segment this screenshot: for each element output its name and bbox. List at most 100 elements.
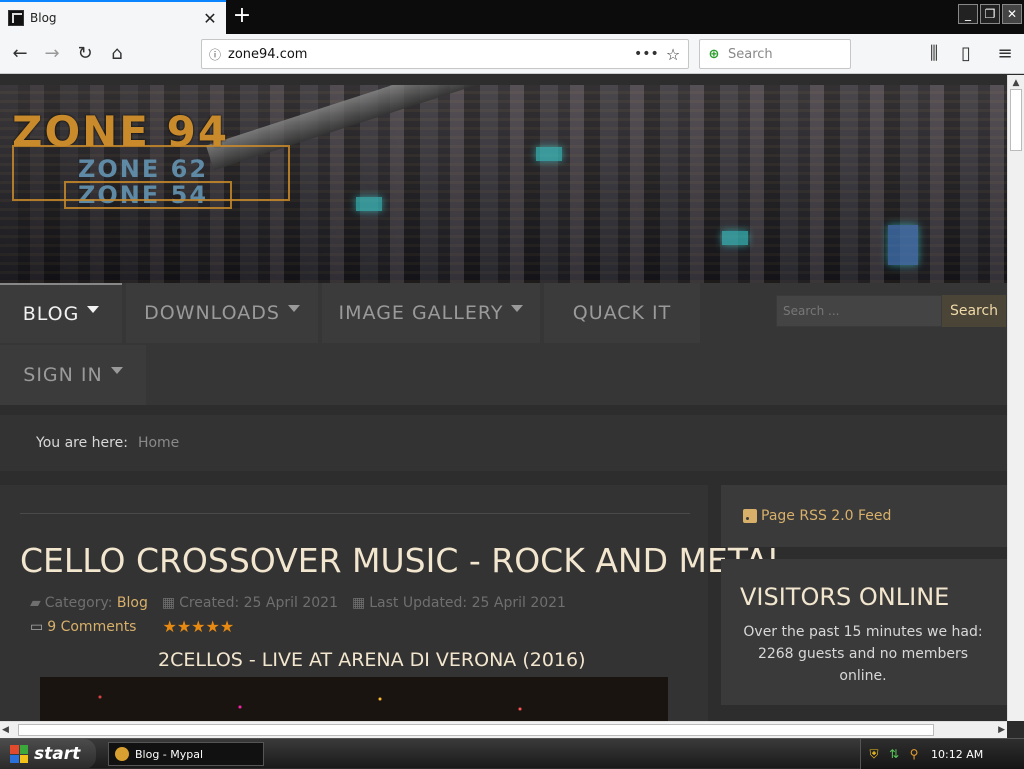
menu-item-downloads[interactable]: DOWNLOADS	[126, 283, 318, 343]
visitors-online-module: VISITORS ONLINE Over the past 15 minutes…	[721, 559, 1007, 705]
home-icon[interactable]: ⌂	[105, 42, 129, 66]
rss-feed-link[interactable]: Page RSS 2.0 Feed	[721, 485, 1007, 547]
comments-count: 9 Comments	[47, 618, 137, 635]
vertical-scrollbar[interactable]: ▲	[1007, 75, 1024, 721]
breadcrumb-label: You are here:	[36, 435, 128, 451]
close-tab-icon[interactable]: ✕	[198, 9, 222, 28]
menu-item-downloads-label: DOWNLOADS	[144, 302, 280, 324]
start-button[interactable]: start	[0, 739, 96, 769]
new-tab-button[interactable]: +	[228, 2, 256, 32]
tab-blog[interactable]: Blog ✕	[0, 0, 226, 34]
chevron-down-icon	[87, 305, 100, 313]
search-icon[interactable]: ⚲	[907, 747, 921, 761]
breadcrumb: You are here: Home	[0, 415, 1007, 471]
rating-stars[interactable]: ★★★★★	[162, 617, 234, 636]
menu-item-blog[interactable]: BLOG	[0, 283, 122, 343]
network-icon[interactable]: ⇅	[887, 747, 901, 761]
article-meta-secondary: ▭ 9 Comments ★★★★★	[30, 617, 234, 636]
article-panel: CELLO CROSSOVER MUSIC - ROCK AND METAL ▰…	[0, 485, 786, 721]
comment-icon: ▭	[30, 618, 44, 635]
scroll-right-icon[interactable]: ▶	[998, 722, 1005, 738]
back-icon[interactable]: ←	[8, 42, 32, 66]
vertical-scroll-thumb[interactable]	[1010, 89, 1022, 151]
restore-button[interactable]: ❐	[980, 4, 1000, 24]
chevron-down-icon	[110, 366, 123, 374]
taskbar-item-label: Blog - Mypal	[135, 747, 204, 761]
comments-link[interactable]: ▭ 9 Comments	[30, 619, 136, 635]
window-controls: _ ❐ ✕	[958, 4, 1024, 24]
menu-item-sign-in[interactable]: SIGN IN	[0, 345, 146, 405]
clock[interactable]: 10:12 AM	[931, 748, 983, 761]
calendar-icon: ▦	[161, 595, 176, 611]
menu-item-signin-label: SIGN IN	[23, 364, 103, 386]
horizontal-scrollbar[interactable]: ◀ ▶	[0, 721, 1007, 738]
category-meta: ▰ Category: Blog	[30, 595, 148, 611]
window-close-button[interactable]: ✕	[1002, 4, 1022, 24]
menu-item-gallery-label: IMAGE GALLERY	[338, 302, 504, 324]
calendar-icon: ▦	[352, 595, 366, 611]
updated-meta: ▦ Last Updated: 25 April 2021	[352, 595, 566, 611]
rss-icon	[743, 509, 757, 523]
chevron-down-icon	[511, 304, 524, 312]
updated-date: Last Updated: 25 April 2021	[369, 595, 566, 611]
forward-icon[interactable]: →	[40, 42, 64, 66]
site-search-input[interactable]	[776, 295, 942, 327]
article-subheading: 2CELLOS - LIVE AT ARENA DI VERONA (2016)	[158, 649, 586, 671]
menu-item-quack-label: QUACK IT	[572, 302, 672, 324]
site-search-form: Search	[776, 295, 1006, 327]
start-label: start	[34, 744, 81, 764]
browser-app-icon	[115, 747, 129, 761]
breadcrumb-home[interactable]: Home	[138, 435, 179, 451]
banner-light	[356, 197, 382, 211]
menu-item-blog-label: BLOG	[22, 303, 80, 325]
banner-screen	[888, 225, 918, 265]
menu-icon[interactable]: ≡	[993, 42, 1017, 66]
bookmark-star-icon[interactable]: ☆	[658, 45, 688, 64]
horizontal-scroll-thumb[interactable]	[18, 724, 934, 736]
tab-bar: Blog ✕ + _ ❐ ✕	[0, 0, 1024, 34]
main-menu: BLOG DOWNLOADS IMAGE GALLERY QUACK IT SI…	[0, 283, 1007, 405]
folder-icon: ▰	[30, 595, 41, 611]
rss-label: Page RSS 2.0 Feed	[761, 508, 892, 524]
windows-logo-icon	[10, 745, 28, 763]
menu-item-image-gallery[interactable]: IMAGE GALLERY	[322, 283, 540, 343]
taskbar-item-browser[interactable]: Blog - Mypal	[108, 742, 264, 766]
article-title[interactable]: CELLO CROSSOVER MUSIC - ROCK AND METAL	[20, 541, 786, 580]
article-meta: ▰ Category: Blog ▦ Created: 25 April 2021 …	[30, 595, 566, 611]
site-search-button[interactable]: Search	[942, 295, 1006, 327]
menu-item-quack-it[interactable]: QUACK IT	[544, 283, 700, 343]
created-date: Created: 25 April 2021	[179, 595, 338, 611]
visitors-title: VISITORS ONLINE	[740, 583, 950, 611]
search-engine-icon[interactable]: ⊕	[700, 47, 728, 62]
navigation-bar: ← → ↻ ⌂ ⓘ zone94.com ••• ☆ ⊕ ⫼ ▯ ≡	[0, 34, 1024, 74]
library-icon[interactable]: ⫼	[922, 42, 946, 66]
site-favicon-icon	[8, 10, 24, 26]
browser-search-input[interactable]	[728, 46, 838, 62]
page-viewport: ZONE 94 ZONE 62 ZONE 54 BLOG DOWNLOADS I…	[0, 75, 1007, 721]
header-banner: ZONE 94 ZONE 62 ZONE 54	[0, 85, 1007, 283]
category-link[interactable]: Blog	[117, 595, 148, 611]
shield-icon[interactable]: ⛨	[867, 747, 881, 761]
created-meta: ▦ Created: 25 April 2021	[162, 595, 338, 611]
system-tray: ⛨ ⇅ ⚲ 10:12 AM	[860, 739, 1024, 769]
logo-frame-inner	[64, 181, 232, 209]
banner-light	[722, 231, 748, 245]
page-actions-icon[interactable]: •••	[634, 46, 659, 62]
video-embed[interactable]	[40, 677, 668, 721]
sidebar-icon[interactable]: ▯	[954, 42, 978, 66]
site-logo[interactable]: ZONE 94 ZONE 62 ZONE 54	[12, 107, 290, 209]
banner-light	[536, 147, 562, 161]
browser-search-bar[interactable]: ⊕	[699, 39, 851, 69]
divider	[20, 513, 690, 514]
url-bar[interactable]: ⓘ zone94.com ••• ☆	[201, 39, 689, 69]
url-text[interactable]: zone94.com	[228, 47, 634, 62]
scroll-left-icon[interactable]: ◀	[2, 722, 9, 738]
category-label: Category:	[44, 595, 113, 611]
reload-icon[interactable]: ↻	[73, 42, 97, 66]
tab-title: Blog	[30, 11, 57, 25]
minimize-button[interactable]: _	[958, 4, 978, 24]
info-icon[interactable]: ⓘ	[202, 46, 228, 63]
taskbar: start Blog - Mypal ⛨ ⇅ ⚲ 10:12 AM	[0, 738, 1024, 769]
visitors-text: Over the past 15 minutes we had: 2268 gu…	[743, 624, 983, 684]
chevron-down-icon	[287, 304, 300, 312]
